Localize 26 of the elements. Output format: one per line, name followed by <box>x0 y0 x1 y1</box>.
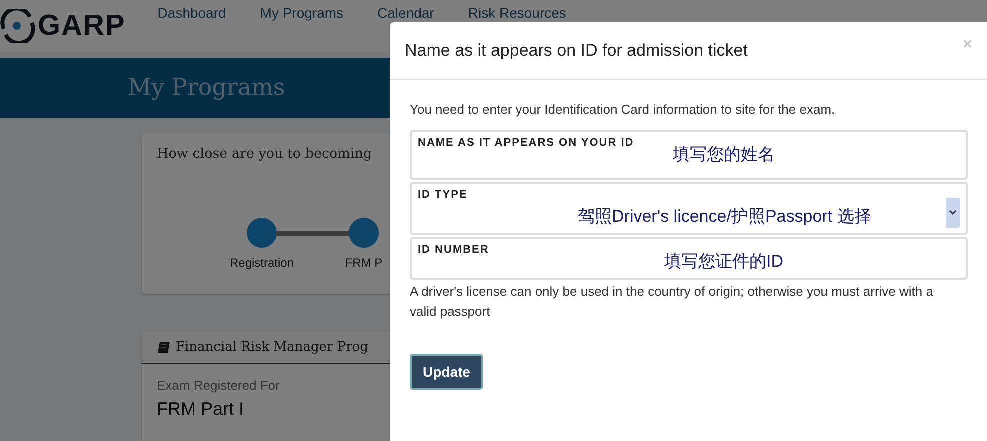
input-field[interactable]: ID NUMBER 填写您证件的ID <box>410 237 968 280</box>
card-title: Financial Risk Manager Prog <box>176 340 368 355</box>
input-field[interactable]: NAME AS IT APPEARS ON YOUR ID 填写您的姓名 <box>410 130 968 180</box>
modal-title: Name as it appears on ID for admission ticket <box>405 40 748 60</box>
banner-title: My Programs <box>128 75 286 101</box>
nav-link[interactable]: My Programs <box>258 5 346 21</box>
nav-link[interactable]: Dashboard <box>156 5 228 21</box>
field-label: NAME AS IT APPEARS ON YOUR ID <box>418 137 636 149</box>
field-label: ID NUMBER <box>418 244 490 256</box>
logo-icon <box>0 9 36 43</box>
note-text: A driver's license can only be used in the country of origin; otherwise you must arrive with a valid passport <box>410 283 934 321</box>
select-field[interactable]: ID TYPE 驾照Driver's licence/护照Passport 选择 <box>410 182 968 235</box>
field-label: ID TYPE <box>418 189 469 201</box>
update-button[interactable]: Update <box>410 354 484 390</box>
question-text: How close are you to becoming <box>157 146 372 164</box>
step-label: Registration <box>230 256 294 270</box>
step-label: FRM P <box>345 256 383 270</box>
intro-text: You need to enter your Identification Card information to site for the exam. <box>410 102 836 117</box>
logo-text[interactable]: GARP <box>38 10 126 42</box>
nav-link[interactable]: Calendar <box>376 5 436 21</box>
field-value: FRM Part I <box>156 399 246 420</box>
book-icon <box>157 340 171 354</box>
nav-link[interactable]: Risk Resources <box>466 5 568 21</box>
field-value: 填写您证件的ID <box>664 251 784 273</box>
field-value: 填写您的姓名 <box>672 144 775 166</box>
field-value: 驾照Driver's licence/护照Passport 选择 <box>577 206 872 228</box>
